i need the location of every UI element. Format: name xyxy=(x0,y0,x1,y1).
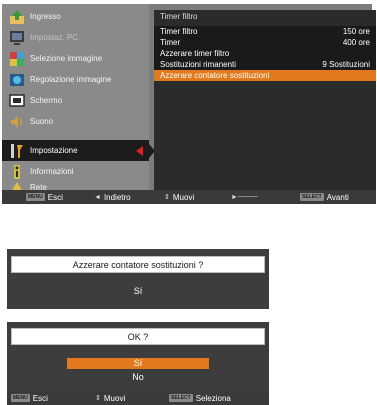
sidebar-item-label: Impostazione xyxy=(30,146,78,155)
footer-next[interactable]: SELECT Avanti xyxy=(300,192,349,202)
dialog-option-no[interactable]: No xyxy=(67,372,209,383)
sidebar-item-label: Selezione immagine xyxy=(30,54,103,63)
row-label: Azzerare contatore sostituzioni xyxy=(160,71,270,80)
osd-footer: MENU Esci ◄ Indietro ⇕ Muovi ►──── SELEC… xyxy=(2,190,376,204)
sidebar-item-label: Informazioni xyxy=(30,167,74,176)
footer-move[interactable]: ⇕ Muovi xyxy=(164,192,194,202)
footer-right-arrow: ►──── xyxy=(231,192,261,202)
footer-back-label: Indietro xyxy=(103,192,131,202)
sound-icon xyxy=(8,113,26,131)
footer-back[interactable]: ◄ Indietro xyxy=(94,192,131,202)
sidebar-item-screen[interactable]: Schermo xyxy=(2,90,149,111)
screen-icon xyxy=(8,92,26,110)
up-down-arrow-icon: ⇕ xyxy=(95,395,101,402)
footer-exit-label: Esci xyxy=(32,393,48,403)
selection-arrow-icon xyxy=(136,146,143,156)
menu-key-icon: MENU xyxy=(11,394,30,402)
footer-next-label: Avanti xyxy=(326,192,349,202)
dialog-footer: MENU Esci ⇕ Muovi SELECT Seleziona xyxy=(7,392,269,405)
row-value: 9 Sostituzioni xyxy=(322,60,370,69)
sidebar-item-image-select[interactable]: Selezione immagine xyxy=(2,48,149,69)
sidebar-item-label: Ingresso xyxy=(30,12,61,21)
footer-exit-label: Esci xyxy=(47,192,63,202)
settings-icon xyxy=(8,142,26,160)
submenu-list: Timer filtro 150 ore Timer 400 ore Azzer… xyxy=(154,26,376,81)
sidebar-item-image-adjust[interactable]: Regolazione immagine xyxy=(2,69,149,90)
dialog-question: OK ? xyxy=(11,328,265,345)
footer-move[interactable]: ⇕ Muovi xyxy=(95,393,125,403)
row-value: 400 ore xyxy=(342,38,370,47)
footer-exit[interactable]: MENU Esci xyxy=(26,192,63,202)
select-key-icon: SELECT xyxy=(169,394,193,402)
footer-exit[interactable]: MENU Esci xyxy=(11,393,48,403)
dialog-question: Azzerare contatore sostituzioni ? xyxy=(11,256,265,273)
sidebar: Ingresso Impostaz. PC Selezione immagine… xyxy=(2,4,155,194)
image-select-icon xyxy=(8,50,26,68)
osd-menu: Ingresso Impostaz. PC Selezione immagine… xyxy=(2,4,376,204)
menu-row-reset-replacement-counter[interactable]: Azzerare contatore sostituzioni xyxy=(154,70,376,81)
sidebar-item-label: Regolazione immagine xyxy=(30,75,112,84)
dialog-option-yes[interactable]: Sí xyxy=(7,286,269,296)
row-label: Timer xyxy=(160,38,181,47)
row-label: Azzerare timer filtro xyxy=(160,49,230,58)
footer-select-label: Seleziona xyxy=(195,393,231,403)
image-adjust-icon xyxy=(8,71,26,89)
arrow-left-icon: ◄ xyxy=(94,193,101,201)
sidebar-item-sound[interactable]: Suono xyxy=(2,111,149,132)
up-down-arrow-icon: ⇕ xyxy=(164,194,170,201)
sidebar-item-ingresso[interactable]: Ingresso xyxy=(2,6,149,27)
menu-row-timer[interactable]: Timer 400 ore xyxy=(154,37,376,48)
menu-row-remaining-replacements[interactable]: Sostituzioni rimanenti 9 Sostituzioni xyxy=(154,59,376,70)
panel-title: Timer filtro xyxy=(160,12,198,21)
menu-key-icon: MENU xyxy=(26,193,45,201)
arrow-right-long-icon: ►──── xyxy=(231,193,258,201)
submenu-panel: Timer filtro Timer filtro 150 ore Timer … xyxy=(154,10,376,190)
footer-move-label: Muovi xyxy=(103,393,126,403)
footer-move-label: Muovi xyxy=(172,192,195,202)
row-label: Timer filtro xyxy=(160,27,198,36)
sidebar-item-label: Suono xyxy=(30,117,54,126)
row-value: 150 ore xyxy=(342,27,370,36)
confirm-dialog-reset-counter: Azzerare contatore sostituzioni ? Sí xyxy=(7,249,269,309)
sidebar-item-pc-settings[interactable]: Impostaz. PC xyxy=(2,27,149,48)
menu-row-reset-filter-timer[interactable]: Azzerare timer filtro xyxy=(154,48,376,59)
confirm-dialog-ok: OK ? Sí No xyxy=(7,322,269,392)
pc-settings-icon xyxy=(8,29,26,47)
dialog-option-yes[interactable]: Sí xyxy=(67,358,209,369)
input-icon xyxy=(8,8,26,26)
select-key-icon: SELECT xyxy=(300,193,324,201)
row-label: Sostituzioni rimanenti xyxy=(160,60,237,69)
footer-select[interactable]: SELECT Seleziona xyxy=(169,393,231,403)
sidebar-item-settings[interactable]: Impostazione xyxy=(2,140,155,161)
sidebar-item-label: Impostaz. PC xyxy=(30,33,79,42)
sidebar-item-label: Schermo xyxy=(30,96,63,105)
menu-row-filter-timer[interactable]: Timer filtro 150 ore xyxy=(154,26,376,37)
